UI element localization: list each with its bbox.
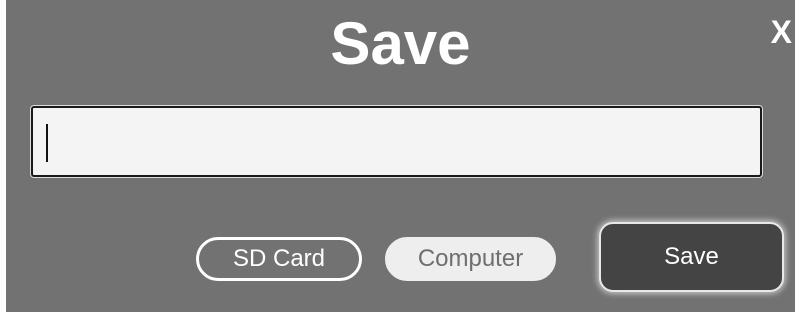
filename-input[interactable] (31, 106, 762, 177)
dialog-title: Save (330, 10, 471, 77)
save-dialog: Save X SD Card Computer Save (6, 0, 795, 312)
text-caret (46, 124, 48, 162)
close-icon[interactable]: X (771, 12, 792, 52)
computer-toggle[interactable]: Computer (385, 237, 556, 281)
sd-card-toggle[interactable]: SD Card (196, 237, 362, 281)
save-button[interactable]: Save (599, 222, 784, 292)
